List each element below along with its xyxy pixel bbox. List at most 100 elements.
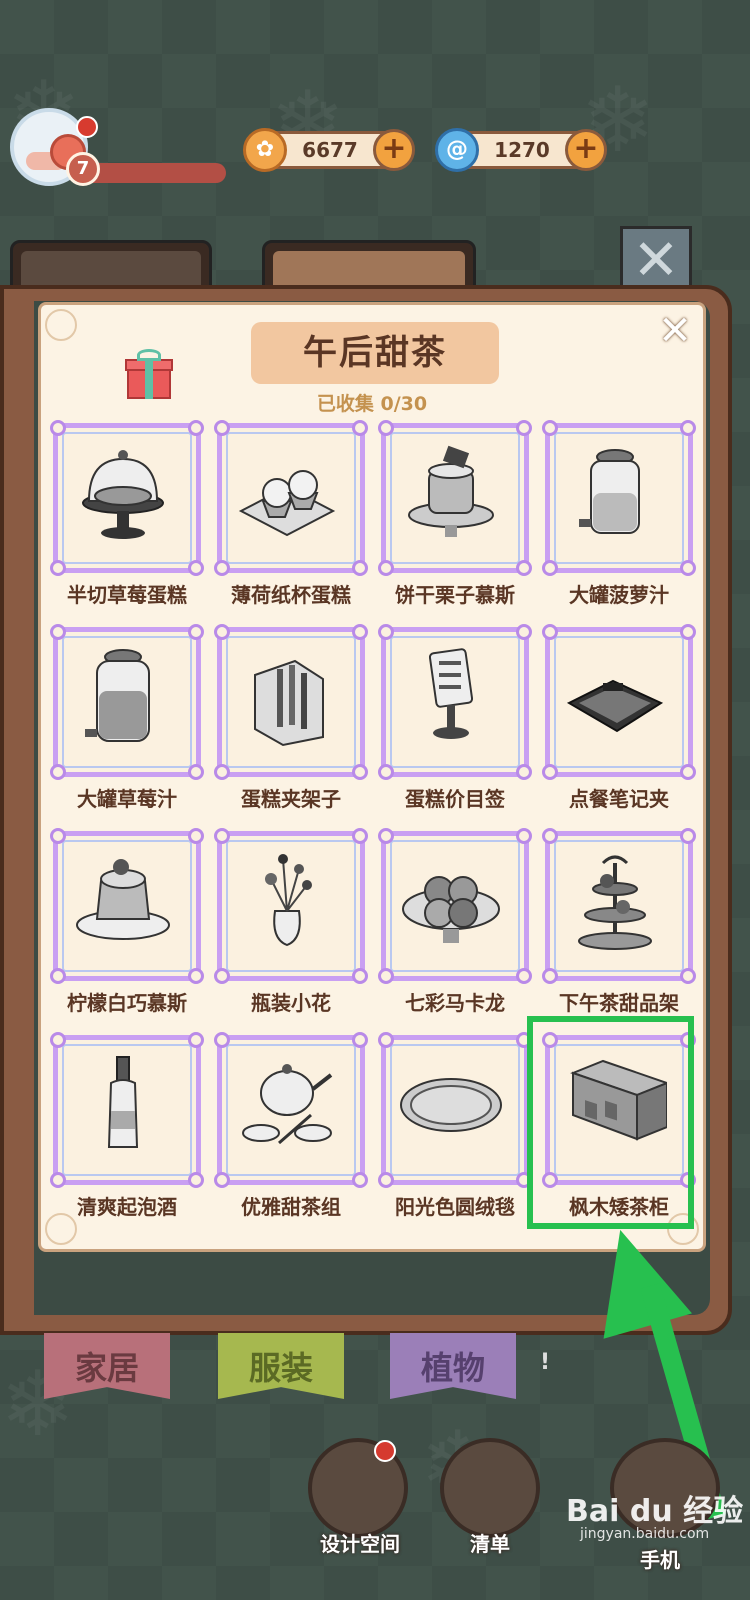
mousse-cake-icon: [408, 445, 494, 537]
ribbon-knot-icon: [516, 420, 532, 436]
item-label: 点餐笔记夹: [569, 787, 669, 811]
ribbon-knot-icon: [378, 624, 394, 640]
wine-bottle-icon: [107, 1056, 139, 1148]
notification-dot: [374, 1440, 396, 1462]
item-label: 清爽起泡酒: [77, 1195, 177, 1219]
ribbon-knot-icon: [352, 828, 368, 844]
item-card[interactable]: 大罐草莓汁: [49, 623, 205, 823]
clipboard-icon: [566, 679, 664, 733]
item-card[interactable]: 半切草莓蛋糕: [49, 419, 205, 619]
close-icon[interactable]: ✕: [653, 309, 697, 353]
list-label: 清单: [470, 1532, 510, 1556]
watermark-logo: Bai du 经验: [566, 1494, 744, 1529]
utensil-holder-icon: [254, 659, 324, 747]
ribbon-knot-icon: [680, 420, 696, 436]
ribbon-knot-icon: [542, 968, 558, 984]
ribbon-knot-icon: [214, 828, 230, 844]
add-coins-button[interactable]: +: [373, 129, 415, 171]
ribbon-knot-icon: [680, 828, 696, 844]
round-rug-icon: [400, 1078, 502, 1132]
item-card[interactable]: 柠檬白巧慕斯: [49, 827, 205, 1027]
cake-stand-icon: [82, 450, 164, 539]
item-label: 饼干栗子慕斯: [395, 583, 515, 607]
ribbon-knot-icon: [516, 764, 532, 780]
item-card[interactable]: 饼干栗子慕斯: [377, 419, 533, 619]
item-label: 蛋糕价目签: [405, 787, 505, 811]
ribbon-knot-icon: [214, 764, 230, 780]
juice-jar-icon: [85, 649, 150, 742]
item-label: 七彩马卡龙: [405, 991, 505, 1015]
ribbon-knot-icon: [50, 764, 66, 780]
item-card[interactable]: 七彩马卡龙: [377, 827, 533, 1027]
ribbon-knot-icon: [50, 560, 66, 576]
list-button[interactable]: [440, 1438, 540, 1538]
design-space-label: 设计空间: [320, 1532, 400, 1556]
ribbon-knot-icon: [214, 560, 230, 576]
item-card[interactable]: 蛋糕价目签: [377, 623, 533, 823]
ribbon-knot-icon: [352, 1032, 368, 1048]
tab-clothing[interactable]: 服装: [218, 1333, 344, 1399]
ribbon-knot-icon: [50, 968, 66, 984]
ribbon-knot-icon: [542, 764, 558, 780]
ribbon-knot-icon: [188, 1032, 204, 1048]
tab-home[interactable]: 家居: [44, 1333, 170, 1399]
item-card[interactable]: 蛋糕夹架子: [213, 623, 369, 823]
item-label: 优雅甜茶组: [241, 1195, 341, 1219]
collection-title-plate: 午后甜茶: [251, 322, 499, 384]
item-label: 薄荷纸杯蛋糕: [231, 583, 351, 607]
ribbon-knot-icon: [542, 624, 558, 640]
ribbon-knot-icon: [378, 560, 394, 576]
ribbon-knot-icon: [378, 828, 394, 844]
highlight-box: [527, 1016, 694, 1229]
macaron-plate-icon: [402, 876, 500, 943]
ribbon-knot-icon: [516, 968, 532, 984]
ribbon-knot-icon: [188, 1172, 204, 1188]
ribbon-knot-icon: [680, 624, 696, 640]
tab-plants-label: 植物: [420, 1349, 485, 1387]
ribbon-knot-icon: [50, 828, 66, 844]
gem-counter: @ 1270 +: [435, 128, 607, 172]
collected-count: 已收集 0/30: [316, 393, 428, 415]
gem-swirl-icon: @: [435, 128, 479, 172]
coin-value: 6677: [302, 138, 358, 162]
item-card[interactable]: 优雅甜茶组: [213, 1031, 369, 1231]
tiered-stand-icon: [578, 855, 652, 950]
ribbon-knot-icon: [50, 1032, 66, 1048]
ribbon-knot-icon: [352, 1172, 368, 1188]
item-card[interactable]: 大罐菠萝汁: [541, 419, 697, 619]
ribbon-knot-icon: [188, 968, 204, 984]
item-label: 大罐草莓汁: [77, 787, 177, 811]
item-label: 阳光色圆绒毯: [395, 1195, 515, 1219]
ribbon-knot-icon: [352, 560, 368, 576]
tab-home-label: 家居: [74, 1349, 139, 1387]
tab-plants[interactable]: 植物: [390, 1333, 516, 1399]
ribbon-knot-icon: [214, 420, 230, 436]
pudding-icon: [76, 859, 170, 940]
item-card[interactable]: 点餐笔记夹: [541, 623, 697, 823]
ribbon-knot-icon: [50, 420, 66, 436]
ribbon-knot-icon: [50, 1172, 66, 1188]
ribbon-knot-icon: [516, 624, 532, 640]
item-card[interactable]: 下午茶甜品架: [541, 827, 697, 1027]
item-card[interactable]: 清爽起泡酒: [49, 1031, 205, 1231]
ribbon-knot-icon: [188, 624, 204, 640]
ribbon-knot-icon: [352, 624, 368, 640]
ribbon-knot-icon: [214, 1172, 230, 1188]
cupcake-tray-icon: [238, 470, 336, 537]
item-card[interactable]: 薄荷纸杯蛋糕: [213, 419, 369, 619]
gem-value: 1270: [494, 138, 550, 162]
item-label: 大罐菠萝汁: [569, 583, 669, 607]
ribbon-knot-icon: [378, 1032, 394, 1048]
ribbon-knot-icon: [516, 828, 532, 844]
ribbon-knot-icon: [188, 420, 204, 436]
ribbon-knot-icon: [214, 1032, 230, 1048]
item-label: 下午茶甜品架: [559, 991, 679, 1015]
item-card[interactable]: 阳光色圆绒毯: [377, 1031, 533, 1231]
collection-title: 午后甜茶: [303, 333, 447, 373]
item-card[interactable]: 瓶装小花: [213, 827, 369, 1027]
ribbon-knot-icon: [542, 560, 558, 576]
add-gems-button[interactable]: +: [565, 129, 607, 171]
ribbon-knot-icon: [680, 764, 696, 780]
ribbon-knot-icon: [378, 1172, 394, 1188]
ribbon-knot-icon: [188, 828, 204, 844]
